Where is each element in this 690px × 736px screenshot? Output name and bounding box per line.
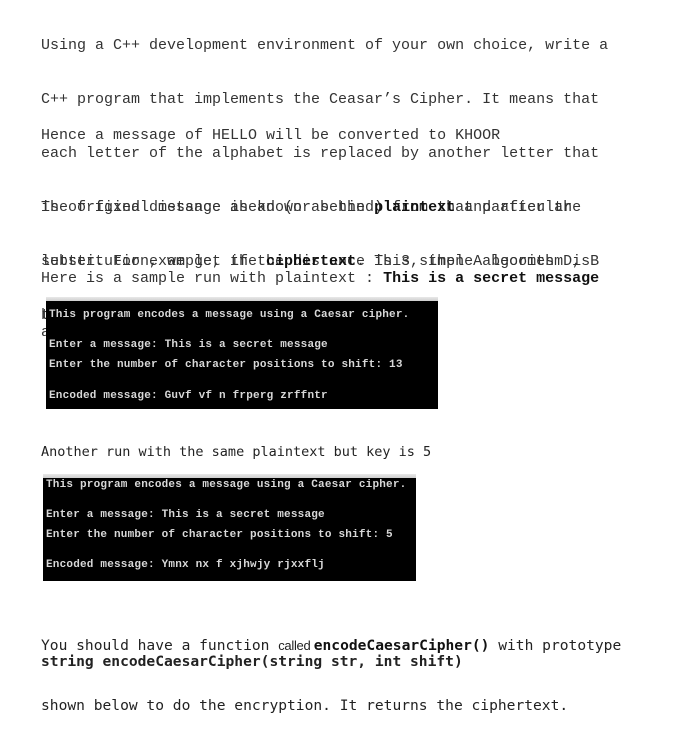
function-prototype: string encodeCaesarCipher(string str, in…	[41, 653, 463, 670]
hello-example: Hence a message of HELLO will be convert…	[41, 127, 501, 144]
definition-line: The original message is known as the pla…	[41, 199, 661, 217]
sample-intro-line: Here is a sample run with plaintext : Th…	[41, 270, 661, 288]
console-header: This program encodes a message using a C…	[49, 309, 410, 321]
text: The original message is known as the	[41, 199, 375, 216]
sample-plaintext: This is a secret message	[383, 270, 600, 287]
text: and after the	[455, 199, 582, 216]
console-output-key-13: This program encodes a message using a C…	[46, 297, 438, 409]
console-result: Encoded message: Ymnx nx f xjhwjy rjxxfl…	[46, 559, 325, 571]
console-output-key-5: This program encodes a message using a C…	[43, 474, 416, 581]
console-result: Encoded message: Guvf vf n frperg zrffnt…	[49, 390, 328, 402]
console-prompt-message: Enter a message: This is a secret messag…	[49, 339, 328, 351]
console-prompt-message: Enter a message: This is a secret messag…	[46, 509, 325, 521]
function-note-line: shown below to do the encryption. It ret…	[41, 697, 569, 714]
intro-line: Using a C++ development environment of y…	[41, 37, 609, 54]
console-prompt-shift: Enter the number of character positions …	[46, 529, 393, 541]
console-prompt-shift: Enter the number of character positions …	[49, 359, 403, 371]
console-header: This program encodes a message using a C…	[46, 479, 407, 491]
plaintext-term: plaintext	[374, 199, 456, 216]
console-titlebar	[43, 474, 416, 478]
console-titlebar	[46, 297, 438, 301]
intro-line: C++ program that implements the Ceasar’s…	[41, 91, 600, 108]
intro-line: each letter of the alphabet is replaced …	[41, 145, 600, 162]
another-run-text: Another run with the same plaintext but …	[41, 444, 432, 460]
text: Here is a sample run with plaintext :	[41, 270, 384, 287]
text: called	[278, 638, 314, 653]
